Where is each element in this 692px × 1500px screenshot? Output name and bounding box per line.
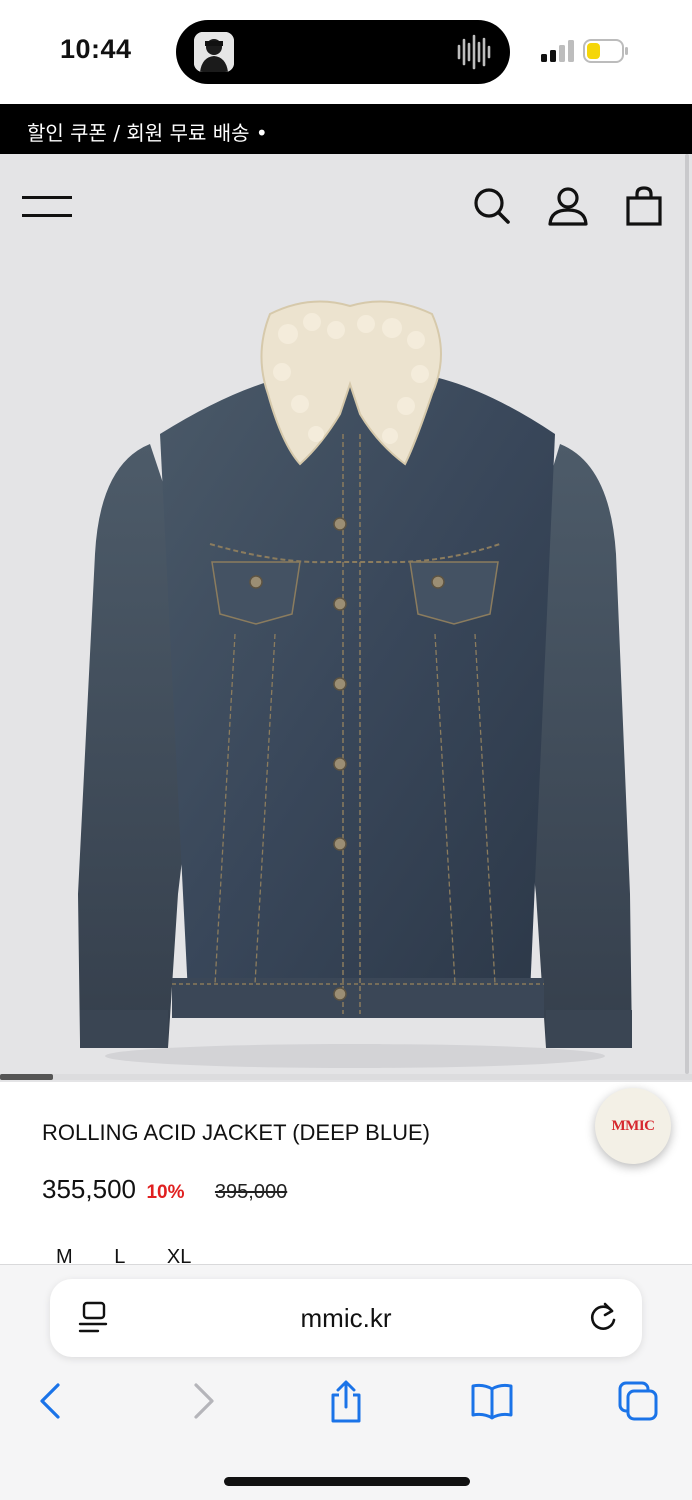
tabs-icon[interactable] — [616, 1379, 660, 1423]
announcement-text: 할인 쿠폰 / 회원 무료 배송 • — [27, 121, 268, 145]
product-name: ROLLING ACID JACKET (DEEP BLUE) — [42, 1120, 430, 1145]
brand-badge-text: MMIC — [611, 1117, 656, 1134]
reload-icon[interactable] — [586, 1301, 620, 1335]
dynamic-island[interactable] — [176, 20, 510, 84]
back-icon[interactable] — [30, 1379, 74, 1423]
status-bar: 10:44 — [0, 0, 692, 104]
now-playing-artwork-icon — [194, 32, 234, 72]
audio-waveform-icon — [456, 34, 492, 70]
battery-icon — [583, 39, 629, 63]
address-bar[interactable]: mmic.kr — [50, 1279, 642, 1357]
announcement-banner[interactable]: 할인 쿠폰 / 회원 무료 배송 • — [0, 104, 692, 154]
home-indicator[interactable] — [224, 1477, 470, 1486]
forward-icon[interactable] — [180, 1379, 224, 1423]
price-discount: 10% — [146, 1182, 185, 1203]
cellular-signal-icon — [541, 40, 577, 62]
menu-icon[interactable] — [22, 194, 74, 222]
page-scrollbar[interactable] — [685, 154, 689, 1074]
denim-jacket-image[interactable] — [60, 294, 660, 1074]
share-icon[interactable] — [324, 1379, 368, 1423]
url-text: mmic.kr — [300, 1303, 392, 1333]
cart-icon[interactable] — [622, 184, 666, 228]
bookmarks-icon[interactable] — [470, 1379, 514, 1423]
price-row: 355,500 10% 395,000 — [42, 1174, 287, 1208]
product-hero — [0, 154, 692, 1082]
status-time: 10:44 — [60, 34, 132, 64]
image-slider-progress — [0, 1074, 53, 1080]
account-icon[interactable] — [546, 184, 590, 228]
search-icon[interactable] — [470, 184, 514, 228]
brand-badge[interactable]: MMIC — [595, 1088, 671, 1164]
price-original: 395,000 — [214, 1181, 288, 1203]
browser-toolbar: mmic.kr — [0, 1264, 692, 1500]
price-current: 355,500 — [42, 1174, 136, 1204]
image-slider-indicator — [0, 1074, 692, 1080]
